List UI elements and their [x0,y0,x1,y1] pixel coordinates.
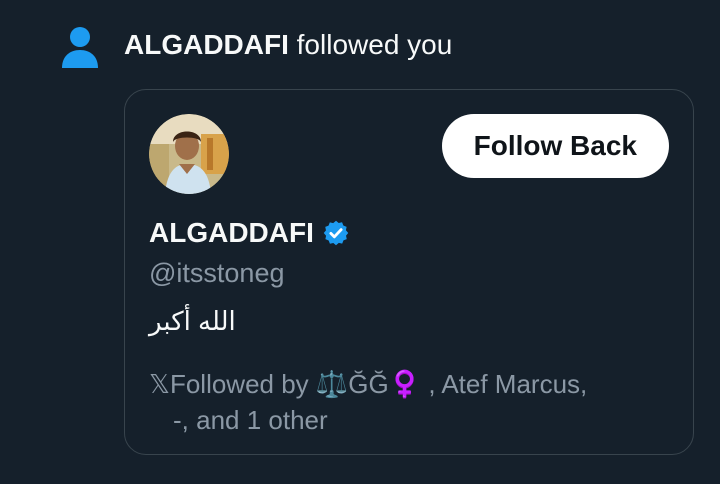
user-handle[interactable]: @itsstoneg [149,256,284,290]
actor-name[interactable]: ALGADDAFI [124,29,289,60]
verified-badge-icon [323,220,349,246]
avatar-image [149,114,229,194]
avatar[interactable] [149,114,229,194]
display-name: ALGADDAFI [149,217,314,248]
notification-headline: ALGADDAFI followed you [124,27,452,63]
followed-by-line-1: 𝕏Followed by ⚖️ĞĞ♀️ , Atef Marcus, [149,369,588,399]
person-icon [62,27,98,68]
follow-notification[interactable]: ALGADDAFI followed you Follow Back ALGAD… [0,0,720,484]
notification-action-text: followed you [296,29,453,60]
followed-by-text[interactable]: 𝕏Followed by ⚖️ĞĞ♀️ , Atef Marcus, -, an… [149,366,669,438]
followed-by-line-2: -, and 1 other [173,405,328,435]
user-card[interactable]: Follow Back ALGADDAFI @itsstoneg الله أك… [124,89,694,455]
user-bio: الله أكبر [149,306,236,336]
follow-back-button[interactable]: Follow Back [441,114,669,178]
display-name-row[interactable]: ALGADDAFI [149,216,350,250]
